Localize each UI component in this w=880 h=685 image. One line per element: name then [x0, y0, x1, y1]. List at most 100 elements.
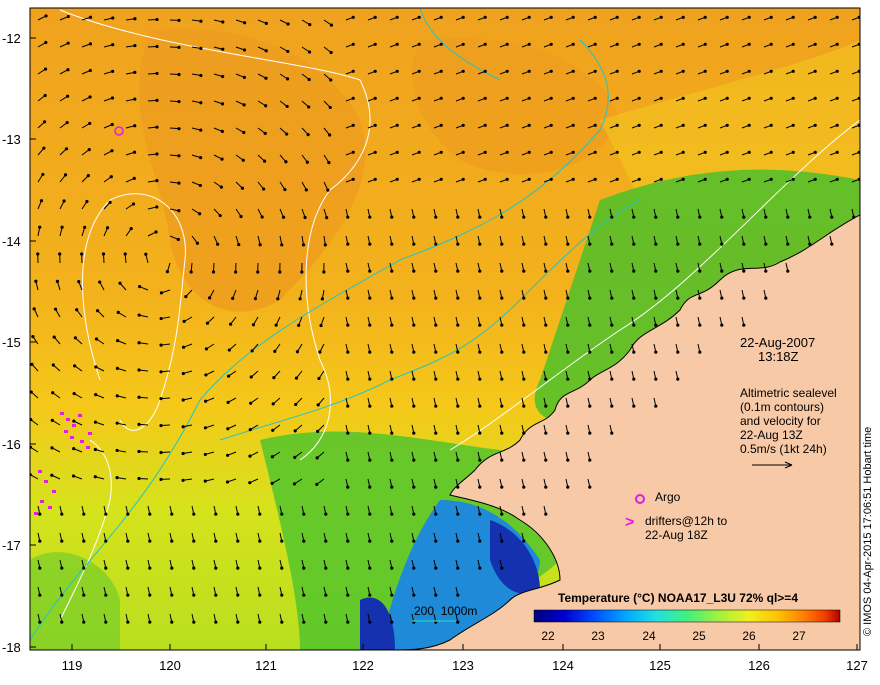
velocity-arrow-head — [272, 402, 275, 405]
velocity-arrow-head — [726, 151, 729, 154]
velocity-arrow-head — [259, 243, 262, 246]
velocity-arrow-head — [226, 454, 229, 457]
velocity-arrow-head — [390, 594, 393, 597]
velocity-arrow-head — [748, 43, 751, 46]
velocity-arrow-head — [660, 97, 663, 100]
velocity-arrow-head — [248, 454, 251, 457]
velocity-arrow-head — [85, 200, 88, 203]
velocity-arrow-head — [418, 70, 421, 73]
velocity-arrow-head — [544, 270, 547, 273]
velocity-arrow-head — [836, 124, 839, 127]
velocity-arrow-head — [390, 486, 393, 489]
velocity-arrow-head — [302, 243, 305, 246]
velocity-arrow-head — [42, 147, 45, 150]
altimetry-line: and velocity for — [740, 414, 821, 428]
velocity-arrow-head — [108, 201, 111, 204]
velocity-arrow-head — [65, 147, 68, 150]
velocity-arrow-head — [726, 16, 729, 19]
velocity-arrow-head — [346, 486, 349, 489]
velocity-arrow-head — [610, 297, 613, 300]
velocity-arrow-head — [271, 429, 274, 432]
velocity-arrow-head — [177, 209, 180, 212]
velocity-arrow-head — [155, 72, 158, 75]
velocity-arrow-head — [616, 151, 619, 154]
velocity-arrow-head — [38, 540, 41, 543]
velocity-arrow-head — [544, 513, 547, 516]
velocity-arrow-head — [720, 243, 723, 246]
velocity-arrow-head — [522, 486, 525, 489]
velocity-arrow-head — [263, 160, 266, 163]
velocity-arrow-head — [572, 124, 575, 127]
velocity-arrow-head — [60, 567, 63, 570]
velocity-arrow-head — [748, 124, 751, 127]
velocity-arrow-head — [374, 124, 377, 127]
velocity-arrow-head — [698, 243, 701, 246]
velocity-arrow-head — [88, 95, 91, 98]
velocity-arrow-head — [616, 178, 619, 181]
velocity-arrow-head — [368, 567, 371, 570]
velocity-arrow-head — [814, 178, 817, 181]
velocity-arrow-head — [528, 151, 531, 154]
velocity-arrow-head — [89, 69, 92, 72]
velocity-arrow-head — [44, 14, 47, 17]
velocity-arrow-head — [462, 124, 465, 127]
velocity-arrow-head — [682, 97, 685, 100]
velocity-arrow-head — [62, 199, 65, 202]
lon-label: 127 — [837, 659, 877, 672]
velocity-arrow-head — [126, 594, 129, 597]
velocity-arrow-head — [440, 178, 443, 181]
velocity-arrow-head — [98, 280, 101, 283]
velocity-arrow-head — [418, 124, 421, 127]
velocity-arrow-head — [698, 270, 701, 273]
velocity-arrow-head — [396, 124, 399, 127]
velocity-arrow-head — [138, 314, 141, 317]
velocity-arrow-head — [764, 216, 767, 219]
velocity-arrow-head — [616, 124, 619, 127]
velocity-arrow-head — [280, 243, 283, 246]
velocity-arrow-head — [814, 97, 817, 100]
velocity-arrow-head — [418, 43, 421, 46]
velocity-arrow-head — [324, 513, 327, 516]
velocity-arrow-head — [229, 323, 232, 326]
velocity-arrow-head — [726, 97, 729, 100]
velocity-arrow-head — [368, 432, 371, 435]
velocity-arrow-head — [324, 567, 327, 570]
velocity-arrow-head — [227, 401, 230, 404]
velocity-arrow-head — [106, 226, 109, 229]
velocity-arrow-head — [53, 336, 56, 339]
velocity-arrow-head — [440, 124, 443, 127]
velocity-arrow-head — [682, 43, 685, 46]
velocity-arrow-head — [52, 363, 55, 366]
velocity-arrow-head — [748, 16, 751, 19]
velocity-arrow-head — [302, 513, 305, 516]
velocity-arrow-head — [82, 540, 85, 543]
velocity-arrow-head — [418, 16, 421, 19]
velocity-arrow-head — [484, 151, 487, 154]
velocity-arrow-head — [412, 270, 415, 273]
velocity-arrow-head — [206, 322, 209, 325]
velocity-arrow-head — [280, 621, 283, 624]
velocity-arrow-head — [522, 351, 525, 354]
velocity-arrow-head — [742, 324, 745, 327]
velocity-arrow-head — [50, 446, 53, 449]
velocity-arrow-head — [506, 124, 509, 127]
velocity-arrow-head — [434, 513, 437, 516]
velocity-arrow-head — [234, 270, 237, 273]
velocity-arrow-head — [390, 459, 393, 462]
velocity-arrow-head — [104, 621, 107, 624]
velocity-arrow-head — [610, 432, 613, 435]
velocity-arrow-head — [550, 124, 553, 127]
velocity-arrow-head — [396, 16, 399, 19]
velocity-arrow-head — [610, 351, 613, 354]
velocity-arrow-head — [704, 178, 707, 181]
velocity-arrow-head — [352, 70, 355, 73]
velocity-arrow-head — [814, 43, 817, 46]
velocity-arrow-head — [522, 540, 525, 543]
velocity-arrow-head — [544, 351, 547, 354]
velocity-arrow-head — [38, 513, 41, 516]
velocity-arrow-head — [792, 151, 795, 154]
velocity-arrow-head — [243, 103, 246, 106]
velocity-arrow-head — [836, 43, 839, 46]
velocity-arrow-head — [566, 486, 569, 489]
velocity-arrow-head — [302, 621, 305, 624]
